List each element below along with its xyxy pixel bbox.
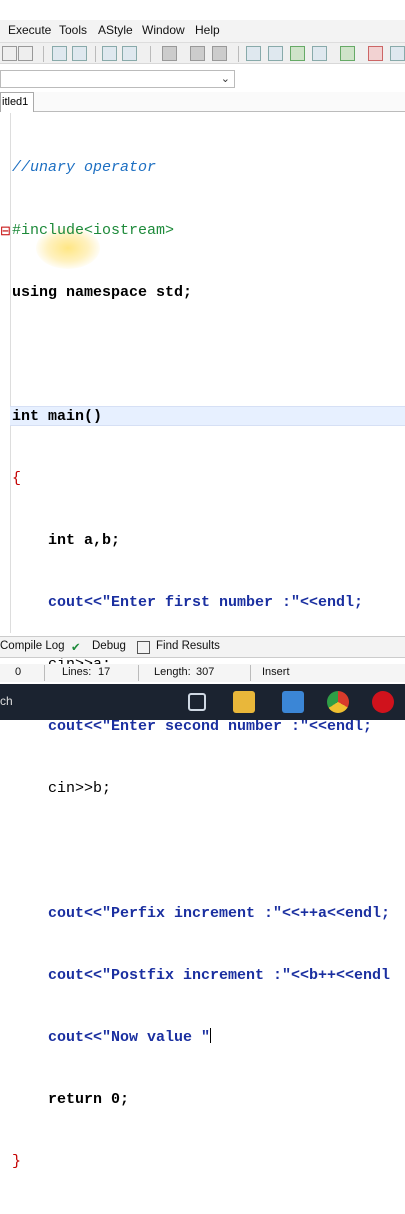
file-explorer-icon[interactable]	[233, 691, 255, 713]
menu-tools[interactable]: Tools	[59, 23, 87, 37]
code-line: cout<<"Now value "	[12, 1027, 390, 1049]
replace-icon[interactable]	[72, 46, 87, 61]
bookmark-icon[interactable]	[162, 46, 177, 61]
tab-compile-log[interactable]: Compile Log	[0, 640, 65, 652]
task-view-icon[interactable]	[188, 693, 206, 711]
code-line: cout<<"Enter second number :"<<endl;	[12, 718, 373, 736]
status-length-value: 307	[196, 666, 215, 678]
status-col: 0	[15, 666, 22, 678]
code-line: int a,b;	[12, 531, 121, 549]
code-line-text: cout<<"Now value "	[12, 1028, 211, 1046]
goto-icon[interactable]	[190, 46, 205, 61]
code-line: using namespace std;	[12, 283, 193, 301]
code-line: {	[12, 469, 22, 487]
code-line: #include<iostream>	[12, 221, 175, 239]
tab-find-results[interactable]: Find Results	[156, 640, 220, 652]
code-line: cin>>b;	[12, 780, 112, 798]
insert-icon[interactable]	[212, 46, 227, 61]
tab-debug[interactable]: Debug	[92, 640, 126, 652]
code-editor[interactable]: ⊟ //unary operator #include<iostream> us…	[0, 113, 405, 1170]
compile-icon[interactable]	[290, 46, 305, 61]
undo-icon[interactable]	[2, 46, 17, 61]
tab-untitled1[interactable]: itled1	[0, 92, 34, 112]
code-line: }	[12, 1152, 22, 1170]
code-line: cout<<"Enter first number :"<<endl;	[12, 594, 364, 612]
code-line: cout<<"Postfix increment :"<<b++<<endl	[12, 966, 391, 984]
code-line: int main()	[12, 407, 103, 425]
menu-window[interactable]: Window	[142, 23, 185, 37]
check-icon[interactable]	[340, 46, 355, 61]
run-icon[interactable]	[312, 46, 327, 61]
taskbar-search[interactable]: ch	[0, 694, 13, 708]
toolbar	[0, 42, 405, 64]
bottom-panel-tabs: Compile Log ✔ Debug Find Results	[0, 636, 405, 658]
grid-icon[interactable]	[246, 46, 261, 61]
unindent-icon[interactable]	[122, 46, 137, 61]
editor-tab-bar: itled1	[0, 92, 405, 112]
status-bar: 0 Lines: 17 Length: 307 Insert	[0, 664, 405, 682]
code-line: //unary operator	[12, 159, 157, 177]
class-combo[interactable]: ⌄	[0, 70, 235, 88]
chrome-icon[interactable]	[327, 691, 349, 713]
status-lines-value: 17	[98, 666, 111, 678]
text-caret	[210, 1027, 212, 1043]
redo-icon[interactable]	[18, 46, 33, 61]
status-lines-label: Lines:	[62, 666, 92, 678]
menu-bar: Execute Tools AStyle Window Help	[0, 20, 405, 42]
check-icon: ✔	[71, 642, 81, 654]
gutter	[10, 113, 11, 633]
close-icon[interactable]	[368, 46, 383, 61]
window-icon[interactable]	[268, 46, 283, 61]
chevron-down-icon: ⌄	[220, 73, 230, 85]
code-line: cout<<"Perfix increment :"<<++a<<endl;	[12, 904, 391, 922]
fold-marker-icon[interactable]: ⊟	[0, 224, 11, 239]
options-icon[interactable]	[390, 46, 405, 61]
find-results-icon	[137, 641, 150, 654]
menu-execute[interactable]: Execute	[8, 23, 51, 37]
opera-icon[interactable]	[372, 691, 394, 713]
menu-astyle[interactable]: AStyle	[98, 23, 133, 37]
status-length-label: Length:	[154, 666, 191, 678]
find-icon[interactable]	[52, 46, 67, 61]
code-line: return 0;	[12, 1090, 130, 1108]
status-mode: Insert	[262, 666, 290, 678]
devcpp-icon[interactable]	[282, 691, 304, 713]
indent-icon[interactable]	[102, 46, 117, 61]
windows-taskbar: ch	[0, 684, 405, 720]
menu-help[interactable]: Help	[195, 23, 220, 37]
